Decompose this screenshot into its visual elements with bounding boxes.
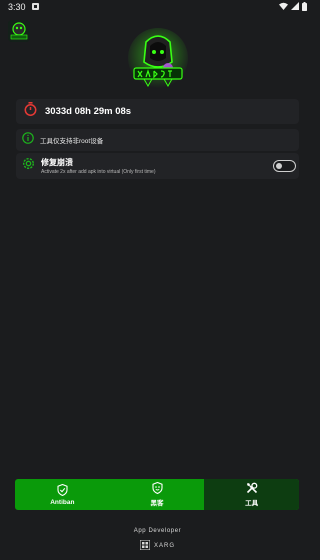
nav-item-hacker[interactable]: 黑客	[110, 479, 205, 510]
timer-icon	[24, 102, 37, 121]
fix-crash-card[interactable]: 修复崩溃 Activate 2x after add apk into virt…	[16, 153, 299, 179]
fix-crash-texts: 修复崩溃 Activate 2x after add apk into virt…	[41, 157, 156, 175]
info-icon	[22, 131, 34, 149]
wifi-icon	[279, 2, 288, 12]
timer-value: 3033d 08h 29m 08s	[45, 106, 132, 117]
footer-brand: XARG	[0, 537, 315, 555]
toggle-knob	[276, 162, 282, 169]
app-logo-small[interactable]	[8, 20, 30, 42]
nav-item-antiban[interactable]: Antiban	[15, 479, 110, 510]
tools-icon	[246, 482, 258, 497]
fix-crash-subtitle: Activate 2x after add apk into virtual (…	[41, 169, 156, 175]
notification-icon	[31, 2, 39, 12]
battery-icon	[302, 1, 307, 13]
signal-icon	[291, 2, 299, 12]
fix-crash-title: 修复崩溃	[41, 158, 73, 167]
gear-icon	[21, 156, 36, 176]
xarg-logo-icon	[139, 537, 151, 555]
info-card: 工具仅支持非root设备	[16, 129, 299, 151]
shield-check-icon	[57, 483, 68, 499]
info-text: 工具仅支持非root设备	[40, 138, 104, 145]
shield-face-icon	[151, 481, 163, 497]
nav-label-antiban: Antiban	[50, 498, 75, 506]
nav-item-tools[interactable]: 工具	[204, 479, 299, 510]
nav-label-tools: 工具	[245, 500, 259, 507]
timer-card: 3033d 08h 29m 08s	[16, 99, 299, 124]
status-time: 3:30	[8, 2, 26, 12]
fix-crash-toggle[interactable]	[273, 160, 296, 172]
footer-title: App Developer	[133, 528, 182, 534]
status-left: 3:30	[8, 2, 39, 12]
nav-label-hacker: 黑客	[150, 500, 164, 507]
footer-brand-text: XARG	[153, 543, 175, 549]
main-logo	[128, 28, 188, 90]
bottom-nav: Antiban 黑客 工具	[15, 479, 299, 510]
status-bar: 3:30	[0, 0, 315, 14]
status-right	[279, 1, 307, 13]
footer: App Developer XARG	[0, 528, 315, 555]
